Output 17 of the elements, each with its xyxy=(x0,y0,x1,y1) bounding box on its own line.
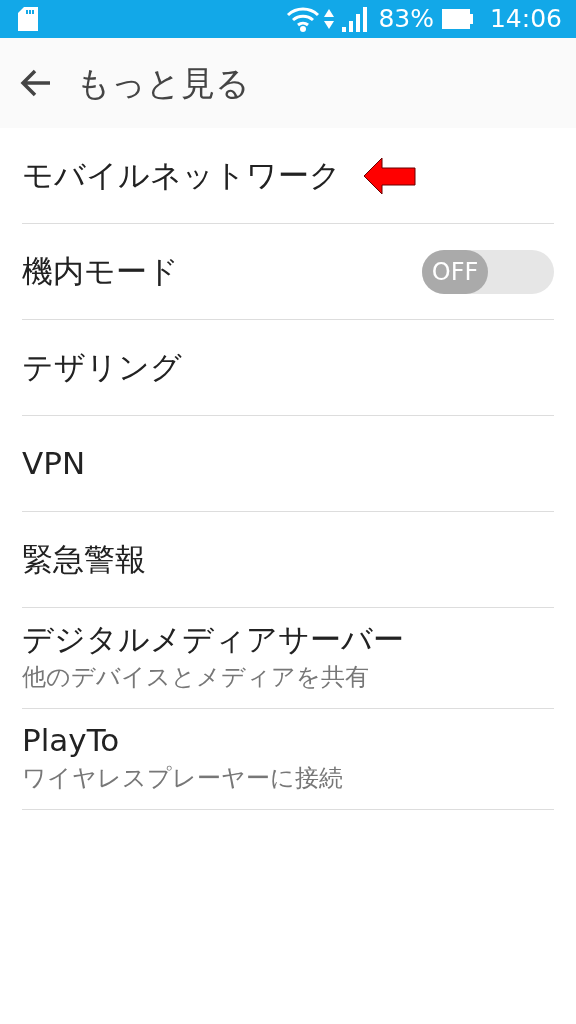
setting-title[interactable]: テザリング xyxy=(22,348,554,387)
setting-title[interactable]: 機内モード xyxy=(22,252,422,291)
data-activity-icon xyxy=(324,7,335,31)
setting-title[interactable]: VPN xyxy=(22,444,554,483)
setting-summary: ワイヤレスプレーヤーに接続 xyxy=(22,762,344,794)
setting-title[interactable]: 緊急警報 xyxy=(22,540,554,579)
setting-summary: 他のデバイスとメディアを共有 xyxy=(22,661,370,693)
battery-percent: 83% xyxy=(378,3,434,36)
back-icon[interactable] xyxy=(20,69,52,97)
page-title: もっと見る xyxy=(76,61,250,105)
battery-icon xyxy=(441,8,474,30)
sd-card-icon xyxy=(18,7,38,31)
setting-title[interactable]: PlayTo xyxy=(22,722,554,760)
setting-title[interactable]: デジタルメディアサーバー xyxy=(22,621,554,659)
wifi-icon xyxy=(286,6,321,32)
setting-title[interactable]: モバイルネットワーク xyxy=(22,156,341,195)
status-time: 14:06 xyxy=(489,3,562,36)
